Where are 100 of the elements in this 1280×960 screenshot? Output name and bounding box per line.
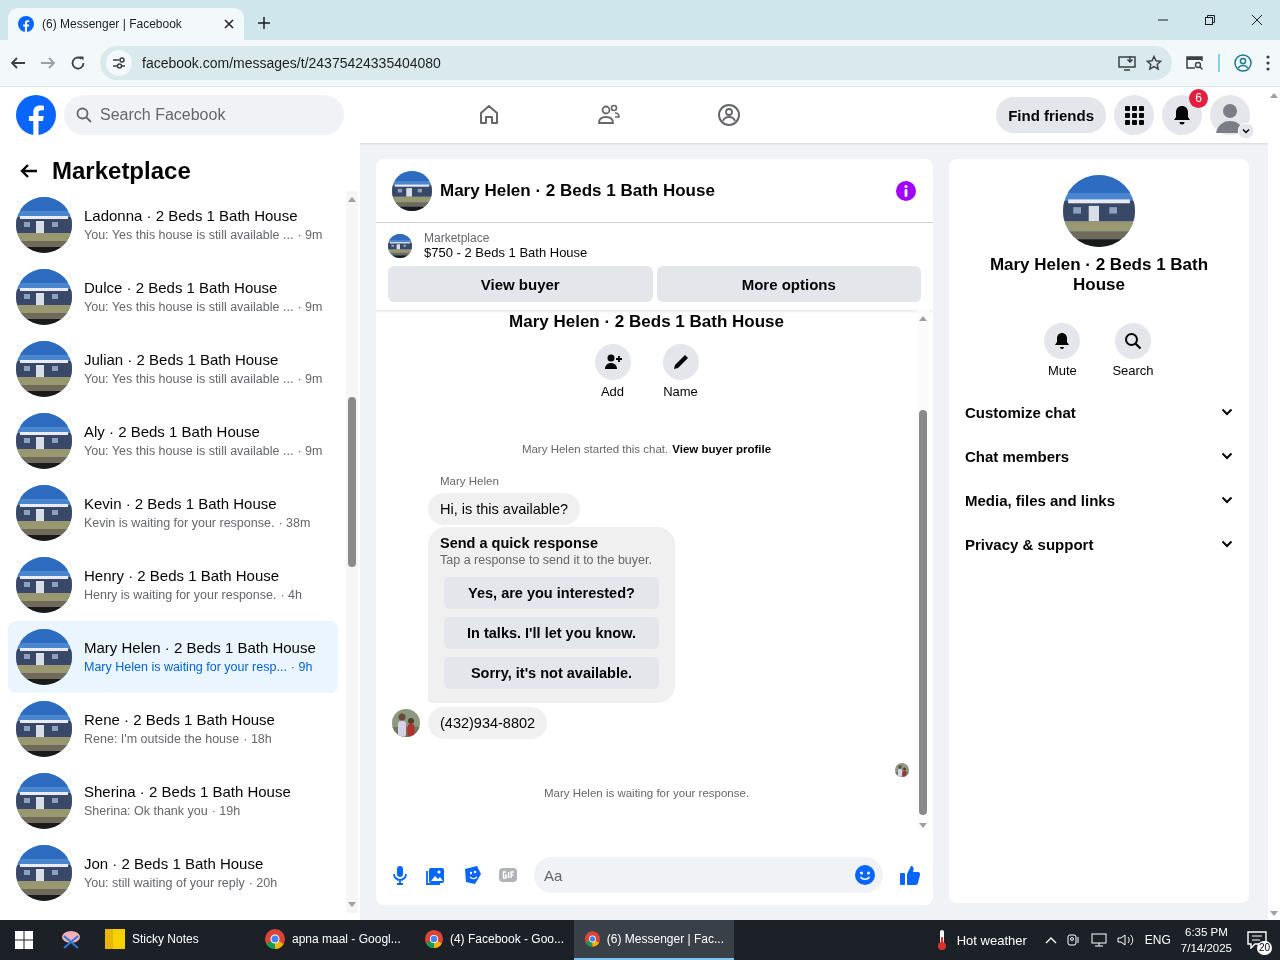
sticky-note-icon: [104, 928, 126, 950]
groups-icon[interactable]: [716, 102, 742, 128]
menu-icon[interactable]: [1266, 55, 1270, 71]
image-icon[interactable]: [426, 865, 446, 885]
message-preview: Henry is waiting for your response.: [84, 587, 277, 604]
section-header[interactable]: Customize chat: [957, 390, 1241, 434]
search-icon: [1124, 332, 1142, 350]
quick-response-subtitle: Tap a response to send it to the buyer.: [440, 553, 653, 567]
quick-reply-button[interactable]: Sorry, it's not available.: [444, 657, 659, 689]
clock-time[interactable]: 6:35 PM: [1185, 924, 1228, 940]
conversation-item[interactable]: Ladonna · 2 Beds 1 Bath House You: Yes this house is still available ... · 9m: [8, 189, 338, 261]
scrollbar[interactable]: [346, 191, 358, 913]
message-time: · 9m: [297, 299, 323, 316]
conversation-title: Mary Helen · 2 Beds 1 Bath House: [988, 255, 1210, 295]
info-icon[interactable]: [895, 179, 917, 202]
chrome-icon: [264, 928, 286, 950]
view-buyer-profile-link[interactable]: View buyer profile: [672, 443, 772, 455]
conversation-item[interactable]: Henry · 2 Beds 1 Bath House Henry is waiting for your response. · 4h: [8, 549, 338, 621]
notification-badge: 6: [1189, 89, 1208, 108]
find-friends-button[interactable]: Find friends: [996, 97, 1106, 133]
message-preview: You: still waiting of your reply: [84, 875, 245, 892]
notifications-button[interactable]: [1162, 95, 1202, 135]
taskbar-app[interactable]: (4) Facebook - Goo...: [414, 920, 574, 960]
message-time: · 18h: [243, 731, 272, 748]
sender-name: Mary Helen: [440, 475, 499, 487]
search-field[interactable]: Search Facebook: [64, 95, 344, 135]
windows-start-icon[interactable]: [15, 931, 33, 949]
chevron-down-icon: [1221, 408, 1233, 416]
browser-tab[interactable]: (6) Messenger | Facebook: [8, 8, 244, 40]
message-preview: Kevin is waiting for your response.: [84, 515, 275, 532]
conversation-name: Jon · 2 Beds 1 Bath House: [84, 854, 265, 874]
status-message: Mary Helen is waiting for your response.: [542, 787, 751, 799]
taskbar-app[interactable]: apna maal - Googl...: [254, 920, 414, 960]
message-preview: Rene: I'm outside the house: [84, 731, 240, 748]
site-settings-icon[interactable]: [112, 56, 126, 70]
address-bar[interactable]: facebook.com/messages/t/24375424335404080: [100, 46, 1172, 80]
conversation-item[interactable]: Kevin · 2 Beds 1 Bath House Kevin is waiting for your response. · 38m: [8, 477, 338, 549]
conversation-name: Sherina · 2 Beds 1 Bath House: [84, 782, 291, 802]
install-icon[interactable]: [1118, 55, 1136, 71]
pencil-icon: [671, 353, 690, 371]
microphone-icon[interactable]: [390, 865, 410, 885]
close-icon[interactable]: [1251, 15, 1262, 25]
message-preview: You: Yes this house is still available ...: [84, 227, 294, 244]
taskbar-app[interactable]: Sticky Notes: [94, 920, 254, 960]
message-bubble: Hi, is this available?: [428, 493, 581, 525]
facebook-logo-icon: [18, 16, 34, 32]
close-icon[interactable]: [224, 19, 234, 29]
reload-icon[interactable]: [70, 55, 86, 71]
action-button[interactable]: View buyer: [388, 266, 653, 302]
scroll-up-icon[interactable]: [1270, 93, 1278, 98]
notification-count: 20: [1256, 941, 1272, 955]
network-icon[interactable]: [1090, 933, 1107, 947]
message-time: · 20h: [248, 875, 278, 892]
section-header[interactable]: Chat members: [957, 434, 1241, 478]
action-button[interactable]: More options: [656, 266, 921, 302]
chevron-down-icon: [1221, 540, 1233, 548]
bell-icon: [1172, 105, 1192, 125]
section-title: Privacy & support: [965, 535, 1094, 553]
taskbar-app[interactable]: (6) Messenger | Fac...: [574, 920, 734, 960]
conversation-name: Julian · 2 Beds 1 Bath House: [84, 350, 280, 370]
language-indicator[interactable]: ENG: [1144, 933, 1171, 947]
speaker-icon[interactable]: [1116, 933, 1135, 947]
chevron-down-icon: [1221, 452, 1233, 460]
apps-button[interactable]: [1114, 95, 1154, 135]
scrollbar-thumb[interactable]: [919, 410, 927, 815]
message-time: · 4h: [280, 587, 302, 604]
back-icon[interactable]: [20, 163, 38, 179]
conversation-item[interactable]: Rene · 2 Beds 1 Bath House Rene: I'm outside the house · 18h: [8, 693, 338, 765]
restore-icon[interactable]: [1204, 15, 1215, 25]
conversation-title: Mary Helen · 2 Beds 1 Bath House: [508, 312, 785, 332]
weather-text[interactable]: Hot weather: [956, 932, 1027, 948]
camera-icon[interactable]: [1066, 933, 1081, 947]
section-header[interactable]: Media, files and links: [957, 478, 1241, 522]
plus-icon[interactable]: [258, 17, 270, 29]
conversation-item[interactable]: Aly · 2 Beds 1 Bath House You: Yes this house is still available ... · 9m: [8, 405, 338, 477]
profile-icon[interactable]: [1234, 54, 1252, 72]
section-header[interactable]: Privacy & support: [957, 522, 1241, 566]
facebook-logo[interactable]: [16, 95, 56, 135]
quick-reply-button[interactable]: In talks. I'll let you know.: [444, 617, 659, 649]
tab-search-icon[interactable]: [1186, 55, 1204, 71]
back-icon[interactable]: [10, 55, 26, 71]
quick-response-title: Send a quick response: [440, 535, 599, 551]
message-input[interactable]: Aa: [534, 857, 883, 893]
scrollbar[interactable]: [917, 310, 929, 830]
quick-reply-button[interactable]: Yes, are you interested?: [444, 577, 659, 609]
clock-date[interactable]: 7/14/2025: [1180, 940, 1232, 956]
conversation-item[interactable]: Dulce · 2 Beds 1 Bath House You: Yes this house is still available ... · 9m: [8, 261, 338, 333]
conversation-item[interactable]: Sherina · 2 Beds 1 Bath House Sherina: Ok thank you · 19h: [8, 765, 338, 837]
star-icon[interactable]: [1146, 55, 1162, 71]
scrollbar-thumb[interactable]: [348, 397, 356, 567]
chevron-up-icon[interactable]: [1044, 936, 1057, 944]
conversation-item[interactable]: Julian · 2 Beds 1 Bath House You: Yes this house is still available ... · 9m: [8, 333, 338, 405]
sticker-icon[interactable]: [462, 865, 482, 885]
emoji-icon[interactable]: [854, 864, 876, 886]
thumbs-up-icon[interactable]: [899, 864, 921, 886]
conversation-item[interactable]: Jon · 2 Beds 1 Bath House You: still waiting of your reply · 20h: [8, 837, 338, 909]
message-time: · 9m: [297, 371, 323, 388]
conversation-name: Ladonna · 2 Beds 1 Bath House: [84, 206, 299, 226]
conversation-item[interactable]: Mary Helen · 2 Beds 1 Bath House Mary Helen is waiting for your resp... · 9h: [8, 621, 338, 693]
listing-title: $750 - 2 Beds 1 Bath House: [424, 245, 588, 260]
